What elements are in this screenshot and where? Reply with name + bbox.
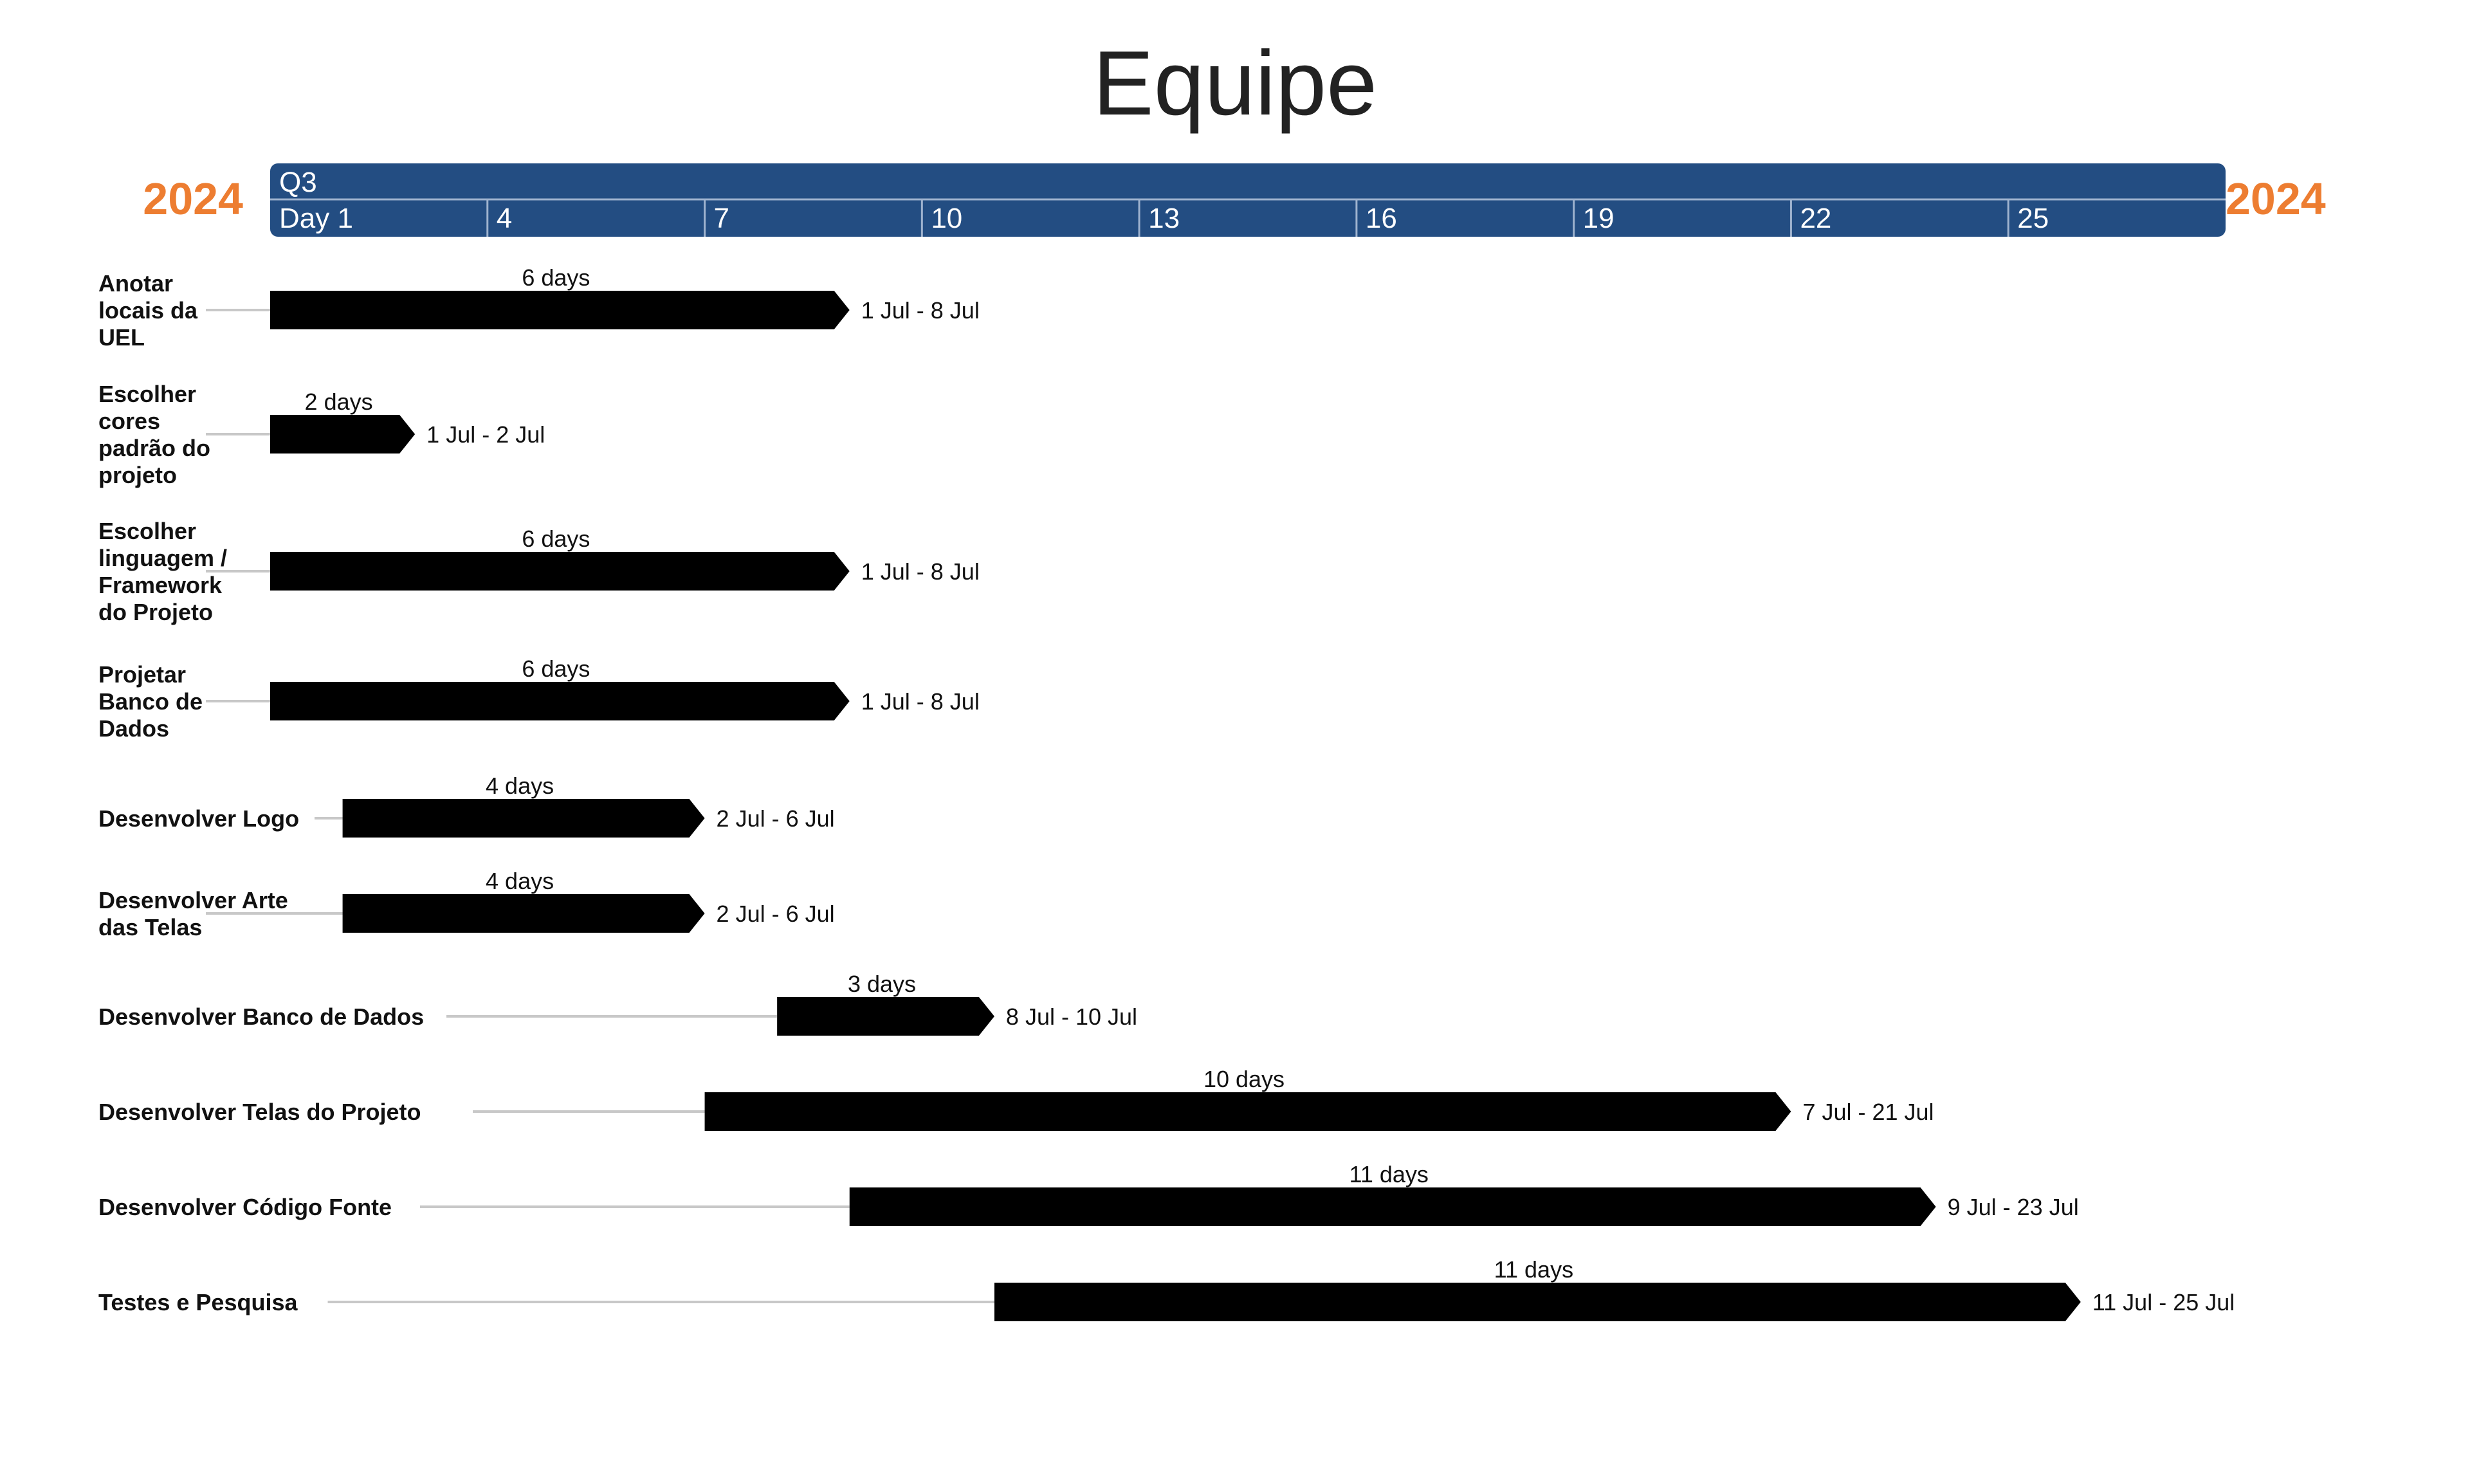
task-bar: [994, 1283, 2081, 1321]
task-row: Escolhercorespadrão doprojeto 2 days 1 Jul…: [98, 381, 545, 488]
task-name: Desenvolver Arte: [98, 887, 288, 913]
task-row: ProjetarBanco deDados 6 days 1 Jul - 8 Jul: [98, 655, 980, 742]
task-name: Desenvolver Código Fonte: [98, 1194, 392, 1220]
task-date-range-label: 1 Jul - 2 Jul: [426, 421, 545, 448]
task-duration-label: 6 days: [522, 655, 590, 682]
task-duration-label: 6 days: [522, 264, 590, 291]
task-name: Desenvolver Telas do Projeto: [98, 1099, 421, 1125]
task-name: Banco de: [98, 688, 203, 715]
task-bar: [777, 997, 994, 1036]
task-duration-label: 11 days: [1349, 1161, 1428, 1187]
task-date-range-label: 2 Jul - 6 Jul: [717, 805, 835, 832]
task-row: Desenvolver Banco de Dados 3 days 8 Jul - …: [98, 971, 1137, 1036]
task-name: Framework: [98, 572, 223, 598]
task-row: Escolherlinguagem /Frameworkdo Projeto 6 …: [98, 518, 980, 625]
task-name: Projetar: [98, 661, 186, 688]
timescale-tick-label: 10: [931, 203, 962, 234]
task-date-range-label: 1 Jul - 8 Jul: [861, 688, 980, 715]
task-row: Testes e Pesquisa 11 days 11 Jul - 25 Jul: [98, 1256, 2235, 1321]
task-row: Desenvolver Artedas Telas 4 days 2 Jul - 6…: [98, 868, 835, 940]
task-date-range-label: 11 Jul - 25 Jul: [2092, 1289, 2235, 1315]
task-name: Testes e Pesquisa: [98, 1289, 298, 1315]
timescale-tick-label: 13: [1148, 203, 1180, 234]
year-right-label: 2024: [2226, 174, 2326, 224]
task-duration-label: 6 days: [522, 526, 590, 552]
task-name: cores: [98, 408, 160, 434]
task-name: linguagem /: [98, 545, 227, 571]
timescale-tick-label: 4: [497, 203, 512, 234]
task-date-range-label: 9 Jul - 23 Jul: [1948, 1194, 2079, 1220]
task-name: das Telas: [98, 914, 202, 940]
task-bar: [270, 682, 850, 720]
task-name: do Projeto: [98, 599, 213, 625]
task-name: locais da: [98, 297, 198, 324]
task-row: Desenvolver Telas do Projeto 10 days 7 Jul…: [98, 1066, 1934, 1131]
task-duration-label: 4 days: [486, 868, 554, 894]
task-name: Desenvolver Logo: [98, 805, 299, 832]
timescale-band: Q3 Day 1 4 7 10 13 16 19 22 25: [270, 163, 2226, 237]
timescale-tick-label: 25: [2017, 203, 2049, 234]
year-left-label: 2024: [143, 174, 243, 224]
task-bar: [849, 1187, 1936, 1226]
task-name: projeto: [98, 462, 177, 488]
quarter-label: Q3: [279, 167, 317, 198]
task-date-range-label: 2 Jul - 6 Jul: [717, 901, 835, 927]
task-duration-label: 2 days: [305, 389, 373, 415]
task-duration-label: 3 days: [848, 971, 916, 997]
task-name: Escolher: [98, 518, 196, 544]
task-duration-label: 4 days: [486, 773, 554, 799]
task-row: Desenvolver Logo 4 days 2 Jul - 6 Jul: [98, 773, 835, 838]
task-bar: [270, 291, 850, 329]
task-name: Escolher: [98, 381, 196, 407]
task-name: Dados: [98, 715, 169, 742]
task-bar: [270, 552, 850, 591]
timescale-tick-label: 22: [1800, 203, 1831, 234]
task-bar: [704, 1092, 1791, 1131]
task-date-range-label: 1 Jul - 8 Jul: [861, 297, 980, 324]
timescale-tick-label: 7: [714, 203, 729, 234]
timescale-tick-label: Day 1: [279, 203, 353, 234]
task-bar: [270, 415, 416, 453]
timescale-tick-label: 16: [1366, 203, 1397, 234]
task-date-range-label: 1 Jul - 8 Jul: [861, 558, 980, 585]
task-row: Desenvolver Código Fonte 11 days 9 Jul - 2…: [98, 1161, 2079, 1226]
task-date-range-label: 7 Jul - 21 Jul: [1802, 1099, 1934, 1125]
tasks-layer: Anotarlocais daUEL6 days1 Jul - 8 JulEsc…: [98, 264, 2235, 1321]
gantt-chart: Equipe 2024 2024 Q3 Day 1 4 7 10 13 16 19 22 25 A…: [98, 32, 2326, 1321]
task-duration-label: 10 days: [1203, 1066, 1285, 1092]
task-bar: [342, 799, 705, 838]
task-bar: [342, 894, 705, 933]
timescale-tick-label: 19: [1583, 203, 1615, 234]
task-name: padrão do: [98, 435, 210, 461]
task-name: Anotar: [98, 270, 173, 297]
task-date-range-label: 8 Jul - 10 Jul: [1006, 1003, 1137, 1030]
task-duration-label: 11 days: [1494, 1256, 1573, 1283]
chart-title: Equipe: [1093, 32, 1377, 134]
task-name: UEL: [98, 324, 145, 351]
task-name: Desenvolver Banco de Dados: [98, 1003, 424, 1030]
task-row: Anotarlocais daUEL 6 days 1 Jul - 8 Jul: [98, 264, 980, 351]
